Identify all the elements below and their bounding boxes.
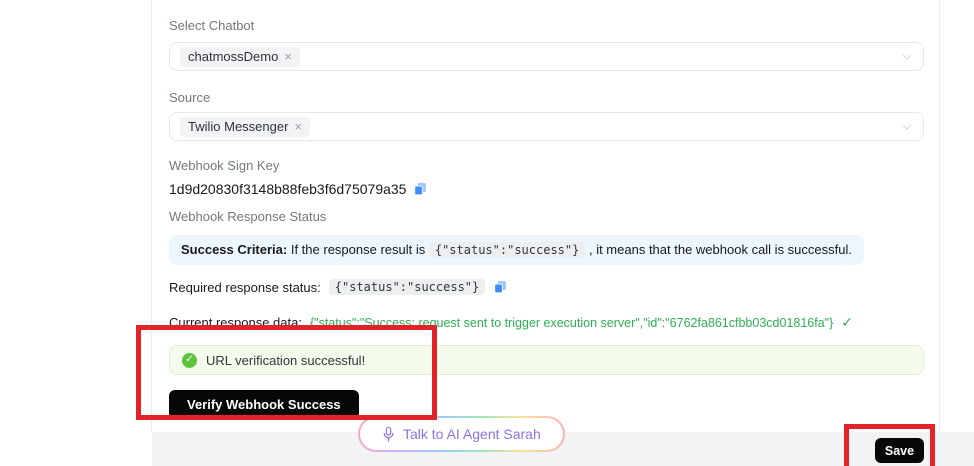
required-status-code: {"status":"success"}: [329, 279, 486, 295]
chevron-down-icon: [901, 121, 913, 133]
talk-to-agent-button[interactable]: Talk to AI Agent Sarah: [358, 416, 565, 452]
sign-key-row: 1d9d20830f3148b88feb3f6d75079a35: [169, 181, 924, 197]
check-circle-icon: ✓: [182, 353, 197, 368]
success-criteria-code: {"status":"success"}: [429, 242, 586, 258]
success-criteria-title: Success Criteria:: [181, 242, 287, 257]
source-select[interactable]: Twilio Messenger ×: [169, 112, 924, 141]
copy-icon[interactable]: [413, 182, 427, 196]
remove-source-tag-icon[interactable]: ×: [294, 120, 302, 134]
required-status-label: Required response status:: [169, 280, 321, 295]
required-status-row: Required response status: {"status":"suc…: [169, 279, 924, 295]
save-button[interactable]: Save: [875, 438, 924, 463]
sign-key-value: 1d9d20830f3148b88feb3f6d75079a35: [169, 181, 406, 197]
chatbot-selected-tag: chatmossDemo ×: [180, 47, 300, 67]
microphone-icon: [382, 426, 395, 443]
select-chatbot-label: Select Chatbot: [169, 19, 924, 33]
source-selected-tag: Twilio Messenger ×: [180, 117, 310, 137]
checkmark-icon: ✓: [841, 314, 853, 331]
url-verification-alert: ✓ URL verification successful!: [169, 345, 924, 375]
url-verification-message: URL verification successful!: [206, 353, 365, 368]
success-criteria-post: , it means that the webhook call is succ…: [585, 242, 852, 257]
chatbot-tag-label: chatmossDemo: [188, 50, 278, 64]
webhook-settings-page: Select Chatbot chatmossDemo × Source Twi…: [0, 0, 974, 466]
webhook-settings-panel: Select Chatbot chatmossDemo × Source Twi…: [151, 0, 940, 432]
current-response-label: Current response data:: [169, 315, 302, 330]
success-criteria-note: Success Criteria: If the response result…: [169, 235, 864, 265]
success-criteria-pre: If the response result is: [287, 242, 429, 257]
current-response-row: Current response data: {"status":"Succes…: [169, 314, 924, 331]
source-tag-label: Twilio Messenger: [188, 120, 288, 134]
current-response-value: {"status":"Success: request sent to trig…: [310, 316, 833, 330]
copy-icon[interactable]: [493, 280, 507, 294]
chevron-down-icon: [901, 51, 913, 63]
remove-chatbot-tag-icon[interactable]: ×: [284, 50, 292, 64]
talk-to-agent-inner: Talk to AI Agent Sarah: [360, 418, 563, 450]
chatbot-select[interactable]: chatmossDemo ×: [169, 42, 924, 71]
source-label: Source: [169, 91, 924, 105]
response-status-label: Webhook Response Status: [169, 210, 924, 224]
talk-to-agent-label: Talk to AI Agent Sarah: [403, 426, 541, 442]
verify-webhook-success-button[interactable]: Verify Webhook Success: [169, 390, 359, 419]
sign-key-label: Webhook Sign Key: [169, 159, 924, 173]
